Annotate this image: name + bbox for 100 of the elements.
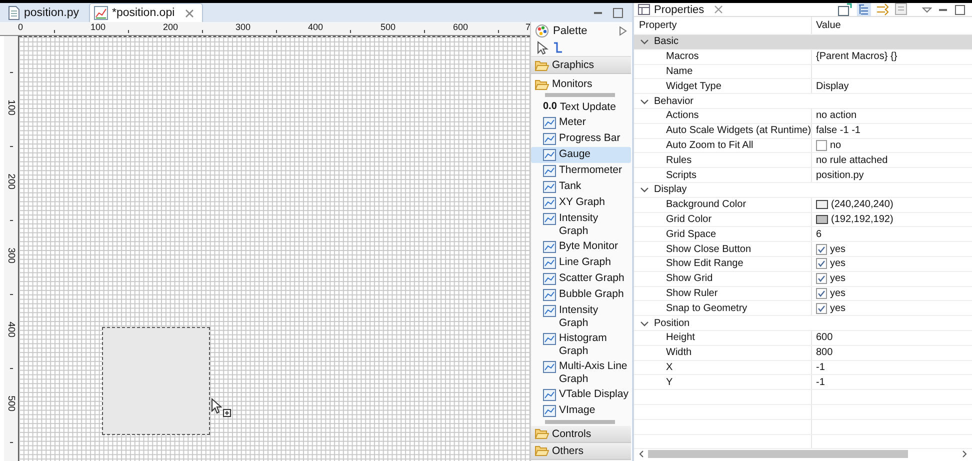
- property-group[interactable]: Display: [634, 182, 972, 198]
- widget-icon: [543, 257, 556, 269]
- checkbox[interactable]: [816, 302, 827, 314]
- property-value: {Parent Macros} {}: [816, 51, 898, 62]
- horizontal-ruler: 0 100 200 300 400 500 600 7: [18, 22, 530, 35]
- folder-icon: [535, 428, 549, 439]
- widget-icon: [543, 149, 556, 161]
- folder-icon: [535, 445, 549, 456]
- property-value: false -1 -1: [816, 125, 860, 136]
- palette-drawer[interactable]: Graphics: [531, 57, 631, 74]
- checkbox[interactable]: [816, 258, 827, 270]
- column-header: Property: [634, 17, 812, 34]
- editor-tab[interactable]: position.py: [4, 4, 87, 22]
- checkbox[interactable]: [816, 288, 827, 299]
- property-value: -1: [816, 362, 825, 373]
- property-value: 6: [816, 228, 822, 240]
- property-value: yes: [830, 273, 846, 284]
- view-menu-icon[interactable]: [922, 4, 932, 14]
- property-name: Grid Space: [634, 227, 812, 242]
- widget-icon: [543, 181, 556, 193]
- palette-item[interactable]: Progress Bar: [531, 130, 631, 146]
- checkbox[interactable]: [816, 244, 827, 255]
- property-name: Name: [634, 64, 812, 78]
- property-value: (240,240,240): [831, 199, 894, 210]
- close-icon[interactable]: [714, 5, 724, 14]
- property-value: yes: [830, 244, 846, 255]
- property-name: Widget Type: [634, 79, 812, 94]
- palette-drawer[interactable]: Controls: [531, 426, 631, 442]
- palette-item[interactable]: Thermometer: [531, 162, 631, 178]
- property-name: Show Close Button: [634, 242, 812, 256]
- file-icon: [8, 6, 20, 20]
- group-label: Display: [654, 184, 687, 196]
- chart-file-icon: [94, 6, 108, 20]
- checkbox[interactable]: [816, 140, 827, 151]
- pointer-icon[interactable]: [537, 41, 549, 55]
- palette-item[interactable]: VImage: [531, 402, 631, 418]
- property-value: yes: [830, 302, 846, 314]
- palette-title: Palette: [553, 25, 588, 37]
- editor-tab[interactable]: *position.opi: [88, 3, 203, 22]
- property-name: Width: [634, 346, 812, 360]
- chevron-icon: [640, 37, 649, 46]
- palette-item[interactable]: Line Graph: [531, 254, 631, 270]
- property-value: yes: [830, 258, 846, 270]
- checkbox[interactable]: [816, 273, 827, 284]
- group-label: Basic: [654, 36, 678, 48]
- palette-drawer[interactable]: Others: [531, 442, 631, 460]
- palette-item[interactable]: Multi-Axis Line Graph: [531, 358, 631, 386]
- widget-icon: [543, 389, 556, 401]
- folder-icon: [535, 78, 549, 90]
- property-group[interactable]: Position: [634, 316, 972, 331]
- widget-icon: [543, 273, 556, 285]
- palette-item[interactable]: Meter: [531, 114, 631, 130]
- palette-item[interactable]: 0.0 Text Update: [531, 99, 631, 114]
- property-group[interactable]: Behavior: [634, 94, 972, 109]
- palette-item[interactable]: Bubble Graph: [531, 286, 631, 302]
- properties-tab[interactable]: Properties: [638, 4, 724, 16]
- palette-item[interactable]: Histogram Graph: [531, 330, 631, 358]
- widget-icon: [543, 333, 556, 345]
- property-value: no rule attached: [816, 154, 888, 166]
- widget-icon: [543, 197, 556, 209]
- property-name: Scripts: [634, 168, 812, 182]
- property-name: Height: [634, 330, 812, 345]
- property-name: Show Grid: [634, 272, 812, 286]
- property-value: no action: [816, 110, 857, 122]
- widget-icon: [543, 361, 556, 373]
- maximize-icon[interactable]: [612, 6, 624, 18]
- scroll-right-icon[interactable]: [962, 450, 968, 458]
- property-name: Macros: [634, 50, 812, 64]
- property-group[interactable]: Basic: [634, 35, 972, 50]
- new-window-icon[interactable]: [838, 3, 852, 16]
- palette-item[interactable]: Byte Monitor: [531, 238, 631, 254]
- close-icon[interactable]: [184, 8, 194, 18]
- property-name: Grid Color: [634, 212, 812, 226]
- palette-item[interactable]: Intensity Graph: [531, 210, 631, 238]
- widget-icon: [543, 117, 556, 129]
- sort-icon[interactable]: [876, 3, 890, 16]
- chevron-icon: [640, 96, 649, 106]
- tree-icon[interactable]: [857, 3, 871, 16]
- scroll-left-icon[interactable]: [638, 450, 644, 458]
- palette-item[interactable]: Intensity Graph: [531, 302, 631, 330]
- widget-icon: [543, 241, 556, 253]
- maximize-icon[interactable]: [954, 4, 966, 16]
- vertical-ruler: 100 200 300 400 500: [4, 36, 19, 461]
- palette-item[interactable]: Gauge: [531, 146, 631, 162]
- chevron-icon: [640, 185, 649, 194]
- triangle-icon[interactable]: [619, 26, 627, 36]
- connection-icon[interactable]: [552, 41, 564, 55]
- palette-item[interactable]: Scatter Graph: [531, 270, 631, 286]
- property-name: Show Ruler: [634, 286, 812, 300]
- palette-item[interactable]: VTable Display: [531, 386, 631, 402]
- widget-icon: [543, 165, 556, 177]
- folder-icon: [535, 60, 549, 70]
- palette-item[interactable]: Tank: [531, 178, 631, 194]
- table-icon: [638, 4, 650, 15]
- widget-icon: [543, 305, 556, 317]
- property-value: Display: [816, 80, 849, 92]
- property-value: 600: [816, 332, 833, 344]
- property-name: Snap to Geometry: [634, 301, 812, 316]
- property-value: (192,192,192): [831, 214, 894, 225]
- palette-item[interactable]: XY Graph: [531, 194, 631, 210]
